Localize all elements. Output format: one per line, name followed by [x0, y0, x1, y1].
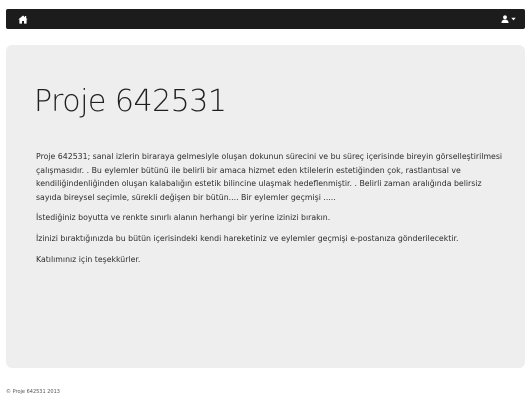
- instruction-paragraph: İstediğiniz boyutta ve renkte sınırlı al…: [36, 213, 331, 223]
- footer-copyright: © Proje 642531 2013: [6, 389, 60, 395]
- page-title: Proje 642531: [34, 84, 227, 119]
- home-icon: [18, 15, 28, 24]
- home-button[interactable]: [18, 15, 28, 24]
- intro-paragraph: Proje 642531; sanal izlerin biraraya gel…: [36, 152, 503, 202]
- email-info-paragraph: İzinizi bıraktığınızda bu bütün içerisin…: [36, 233, 459, 243]
- thanks-paragraph: Katılımınız için teşekkürler.: [36, 254, 141, 264]
- caret-down-icon: [511, 17, 516, 21]
- description: Proje 642531; sanal izlerin biraraya gel…: [36, 150, 506, 273]
- user-icon: [501, 15, 509, 23]
- user-menu-button[interactable]: [501, 15, 516, 23]
- top-navbar: [6, 9, 525, 29]
